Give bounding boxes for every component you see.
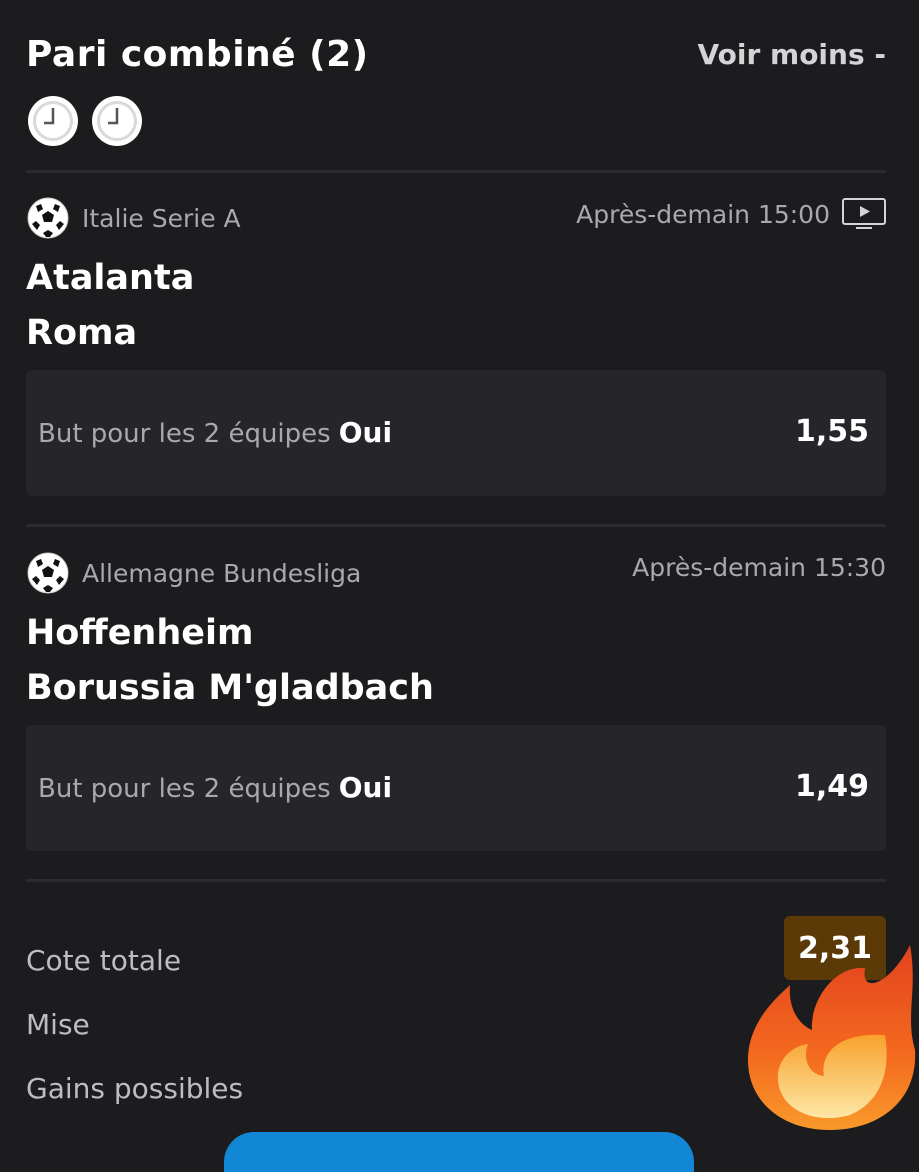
home-team: Hoffenheim bbox=[26, 613, 254, 653]
bet-selection-2: Allemagne Bundesliga Après-demain 15:30 … bbox=[26, 551, 886, 851]
soccer-ball-icon bbox=[27, 552, 69, 594]
selection-odd: 1,49 bbox=[794, 769, 869, 804]
status-icons bbox=[26, 94, 144, 148]
market-name: But pour les 2 équipes bbox=[38, 774, 331, 804]
selection-card[interactable]: But pour les 2 équipes Oui 1,55 bbox=[26, 370, 886, 496]
fire-icon bbox=[748, 945, 916, 1130]
bet-slip-header: Pari combiné (2) Voir moins - bbox=[26, 34, 886, 82]
event-time-text: Après-demain 15:00 bbox=[576, 199, 830, 229]
away-team: Borussia M'gladbach bbox=[26, 668, 434, 708]
soccer-ball-icon bbox=[27, 197, 69, 239]
league-row: Allemagne Bundesliga bbox=[26, 551, 361, 595]
show-less-toggle[interactable]: Voir moins - bbox=[697, 38, 886, 71]
selection-odd: 1,55 bbox=[794, 414, 869, 449]
event-time: Après-demain 15:30 bbox=[632, 553, 886, 582]
market-name: But pour les 2 équipes bbox=[38, 419, 331, 449]
clock-icon bbox=[28, 96, 78, 146]
selection-card[interactable]: But pour les 2 équipes Oui 1,49 bbox=[26, 725, 886, 851]
event-time: Après-demain 15:00 bbox=[576, 198, 886, 230]
divider bbox=[26, 879, 886, 882]
league-name: Allemagne Bundesliga bbox=[82, 558, 362, 588]
league-name: Italie Serie A bbox=[82, 203, 241, 233]
market-label: But pour les 2 équipes Oui bbox=[38, 771, 392, 804]
selection-pick: Oui bbox=[338, 771, 393, 804]
league-row: Italie Serie A bbox=[26, 196, 241, 240]
place-bet-button[interactable] bbox=[224, 1132, 694, 1172]
bet-selection-1: Italie Serie A Après-demain 15:00 Atalan… bbox=[26, 196, 886, 496]
stake-label: Mise bbox=[26, 1008, 90, 1041]
clock-icon bbox=[92, 96, 142, 146]
divider bbox=[26, 524, 886, 527]
total-odds-label: Cote totale bbox=[26, 944, 182, 977]
page-title: Pari combiné (2) bbox=[26, 34, 369, 75]
home-team: Atalanta bbox=[26, 258, 195, 298]
divider bbox=[26, 170, 886, 173]
market-label: But pour les 2 équipes Oui bbox=[38, 416, 392, 449]
tv-play-icon[interactable] bbox=[842, 198, 886, 230]
event-time-text: Après-demain 15:30 bbox=[632, 553, 886, 582]
away-team: Roma bbox=[26, 313, 138, 353]
potential-gain-label: Gains possibles bbox=[26, 1072, 244, 1105]
selection-pick: Oui bbox=[338, 416, 393, 449]
